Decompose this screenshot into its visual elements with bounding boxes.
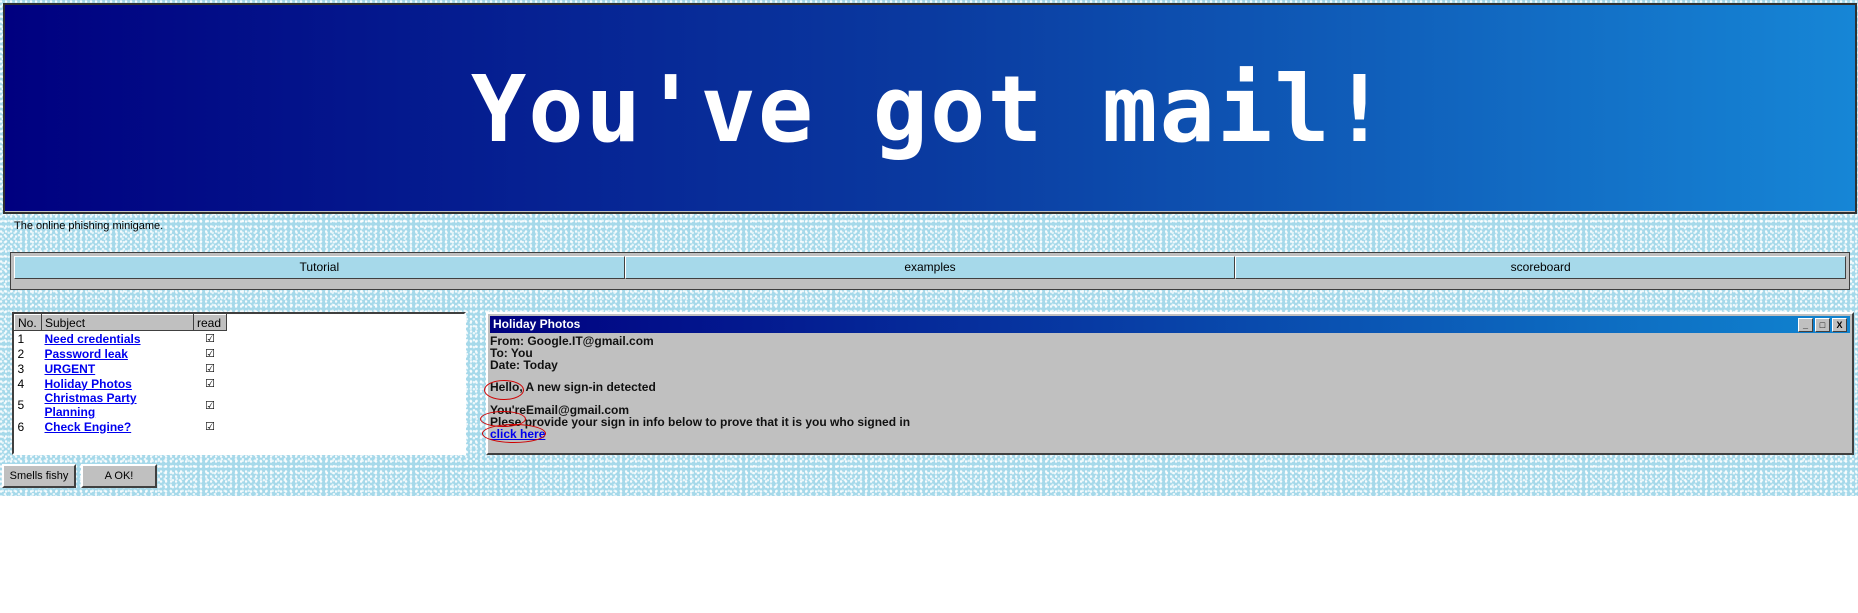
read-checkbox[interactable]: ☑ [194, 391, 227, 419]
smells-fishy-button[interactable]: Smells fishy [2, 464, 76, 488]
row-number: 4 [17, 376, 25, 391]
table-row[interactable]: 5 Christmas Party Planning ☑ [15, 391, 227, 419]
read-checkbox[interactable]: ☑ [194, 331, 227, 347]
subject-link[interactable]: Christmas Party Planning [45, 391, 137, 419]
window-controls: _ □ X [1798, 318, 1847, 332]
row-number: 1 [17, 331, 25, 346]
inbox-list: No. Subject read 1 Need credentials ☑ 2 … [12, 312, 466, 455]
banner-gradient: You've got mail! [5, 5, 1855, 211]
game-background: You've got mail! The online phishing min… [0, 0, 1858, 496]
header-banner: You've got mail! The online phishing min… [3, 3, 1857, 232]
subject-link[interactable]: Password leak [45, 347, 128, 361]
mail-greeting: Hello, A new sign-in detected [490, 380, 656, 394]
tagline: The online phishing minigame. [14, 220, 164, 232]
minimize-icon[interactable]: _ [1798, 318, 1813, 332]
subject-link[interactable]: Holiday Photos [45, 377, 132, 391]
subject-link[interactable]: Check Engine? [45, 420, 132, 434]
tab-scoreboard[interactable]: scoreboard [1235, 256, 1847, 279]
row-number: 2 [17, 346, 25, 361]
table-row[interactable]: 4 Holiday Photos ☑ [15, 376, 227, 391]
inbox-table: No. Subject read 1 Need credentials ☑ 2 … [14, 314, 227, 434]
close-icon[interactable]: X [1832, 318, 1847, 332]
highlight-circle [484, 380, 524, 400]
read-checkbox[interactable]: ☑ [194, 419, 227, 434]
table-row[interactable]: 2 Password leak ☑ [15, 346, 227, 361]
table-row[interactable]: 1 Need credentials ☑ [15, 331, 227, 347]
nav-bar: Tutorial examples scoreboard [10, 252, 1850, 290]
table-header-row: No. Subject read [14, 314, 227, 331]
row-number: 3 [17, 361, 25, 376]
column-header-no[interactable]: No. [14, 314, 42, 331]
highlight-circle [482, 424, 546, 443]
mail-request: Plese provide your sign in info below to… [490, 415, 911, 429]
page-title: You've got mail! [470, 56, 1390, 163]
tab-tutorial[interactable]: Tutorial [14, 256, 625, 279]
subject-link[interactable]: URGENT [45, 362, 96, 376]
row-number: 5 [17, 398, 25, 412]
mail-date: Date: Today [490, 358, 558, 372]
mail-from: From: Google.IT@gmail.com [490, 334, 654, 348]
mail-body: From: Google.IT@gmail.com To: You Date: … [490, 335, 910, 440]
tab-examples[interactable]: examples [624, 256, 1236, 279]
column-header-subject[interactable]: Subject [41, 314, 194, 331]
mail-subject-title: Holiday Photos [493, 317, 581, 331]
subject-link[interactable]: Need credentials [45, 332, 141, 346]
read-checkbox[interactable]: ☑ [194, 376, 227, 391]
maximize-icon[interactable]: □ [1815, 318, 1830, 332]
a-ok-button[interactable]: A OK! [81, 464, 157, 488]
column-header-read[interactable]: read [193, 314, 227, 331]
row-number: 6 [17, 419, 25, 434]
read-checkbox[interactable]: ☑ [194, 346, 227, 361]
mail-window: Holiday Photos _ □ X From: Google.IT@gma… [480, 312, 1854, 455]
nav-tabs: Tutorial examples scoreboard [14, 256, 1847, 279]
mail-title-bar: Holiday Photos _ □ X [490, 316, 1850, 333]
read-checkbox[interactable]: ☑ [194, 361, 227, 376]
table-row[interactable]: 3 URGENT ☑ [15, 361, 227, 376]
table-row[interactable]: 6 Check Engine? ☑ [15, 419, 227, 434]
